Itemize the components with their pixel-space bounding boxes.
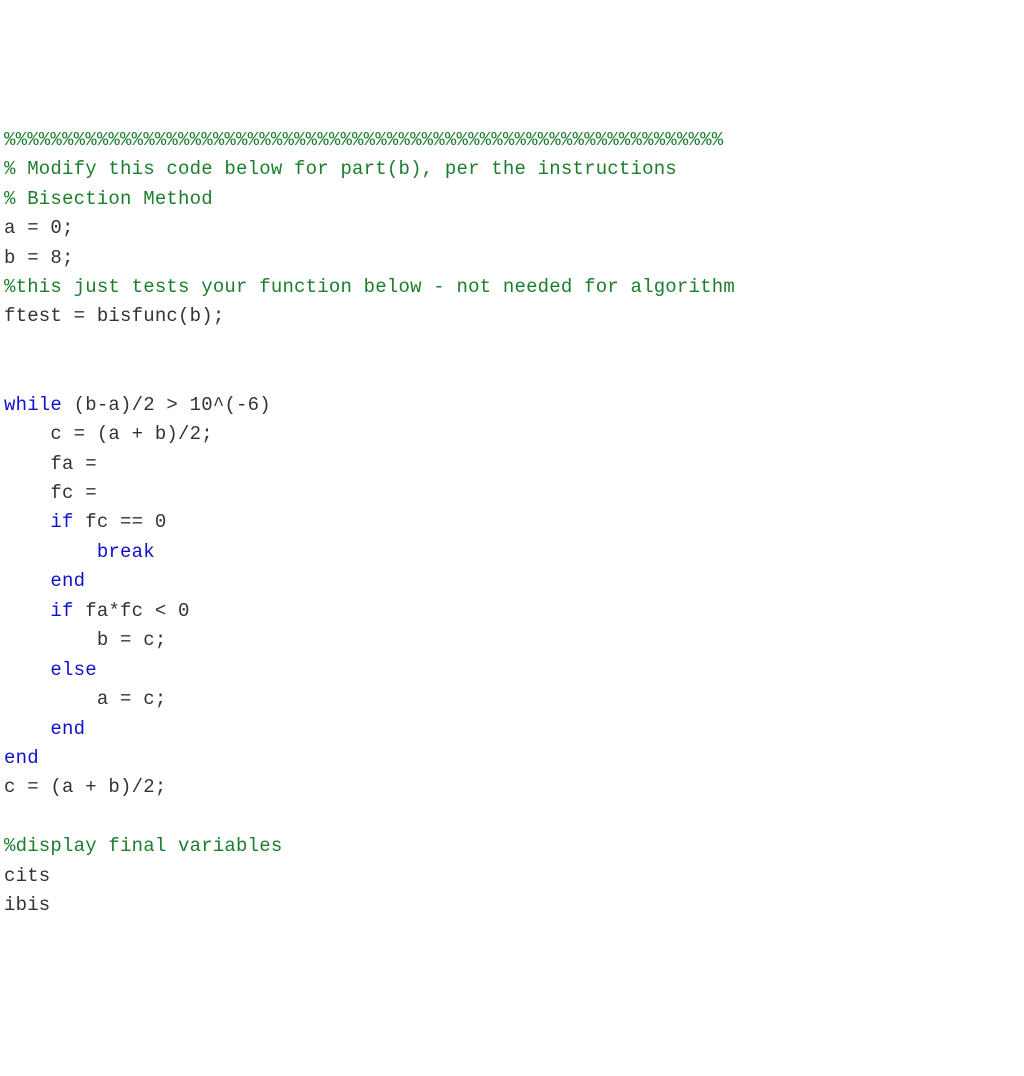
code-line: else [4, 656, 1020, 685]
code-segment [4, 541, 97, 563]
code-segment: break [97, 541, 155, 563]
code-line: end [4, 567, 1020, 596]
code-line: b = 8; [4, 244, 1020, 273]
code-line: end [4, 744, 1020, 773]
code-segment: else [50, 659, 96, 681]
code-line: break [4, 538, 1020, 567]
code-line: c = (a + b)/2; [4, 420, 1020, 449]
code-line: % Bisection Method [4, 185, 1020, 214]
code-line: % Modify this code below for part(b), pe… [4, 155, 1020, 184]
code-segment: (b-a)/2 > 10^(-6) [62, 394, 271, 416]
code-block: %%%%%%%%%%%%%%%%%%%%%%%%%%%%%%%%%%%%%%%%… [4, 126, 1020, 921]
code-line [4, 803, 1020, 832]
code-line: end [4, 715, 1020, 744]
code-line: %%%%%%%%%%%%%%%%%%%%%%%%%%%%%%%%%%%%%%%%… [4, 126, 1020, 155]
code-line: b = c; [4, 626, 1020, 655]
code-segment [4, 600, 50, 622]
code-line: cits [4, 862, 1020, 891]
code-line [4, 361, 1020, 390]
code-segment [4, 570, 50, 592]
code-segment: end [50, 718, 85, 740]
code-line: %display final variables [4, 832, 1020, 861]
code-line: while (b-a)/2 > 10^(-6) [4, 391, 1020, 420]
code-line: ibis [4, 891, 1020, 920]
code-line: if fc == 0 [4, 508, 1020, 537]
code-segment: fc == 0 [74, 511, 167, 533]
code-line: a = c; [4, 685, 1020, 714]
code-line: a = 0; [4, 214, 1020, 243]
code-line: c = (a + b)/2; [4, 773, 1020, 802]
code-segment: end [50, 570, 85, 592]
code-segment: while [4, 394, 62, 416]
code-segment: if [50, 600, 73, 622]
code-line: ftest = bisfunc(b); [4, 302, 1020, 331]
code-line: fa = [4, 450, 1020, 479]
code-line [4, 332, 1020, 361]
code-line: %this just tests your function below - n… [4, 273, 1020, 302]
code-line: if fa*fc < 0 [4, 597, 1020, 626]
code-segment: if [50, 511, 73, 533]
code-segment: fa*fc < 0 [74, 600, 190, 622]
code-line: fc = [4, 479, 1020, 508]
code-segment [4, 718, 50, 740]
code-segment [4, 511, 50, 533]
code-segment [4, 659, 50, 681]
